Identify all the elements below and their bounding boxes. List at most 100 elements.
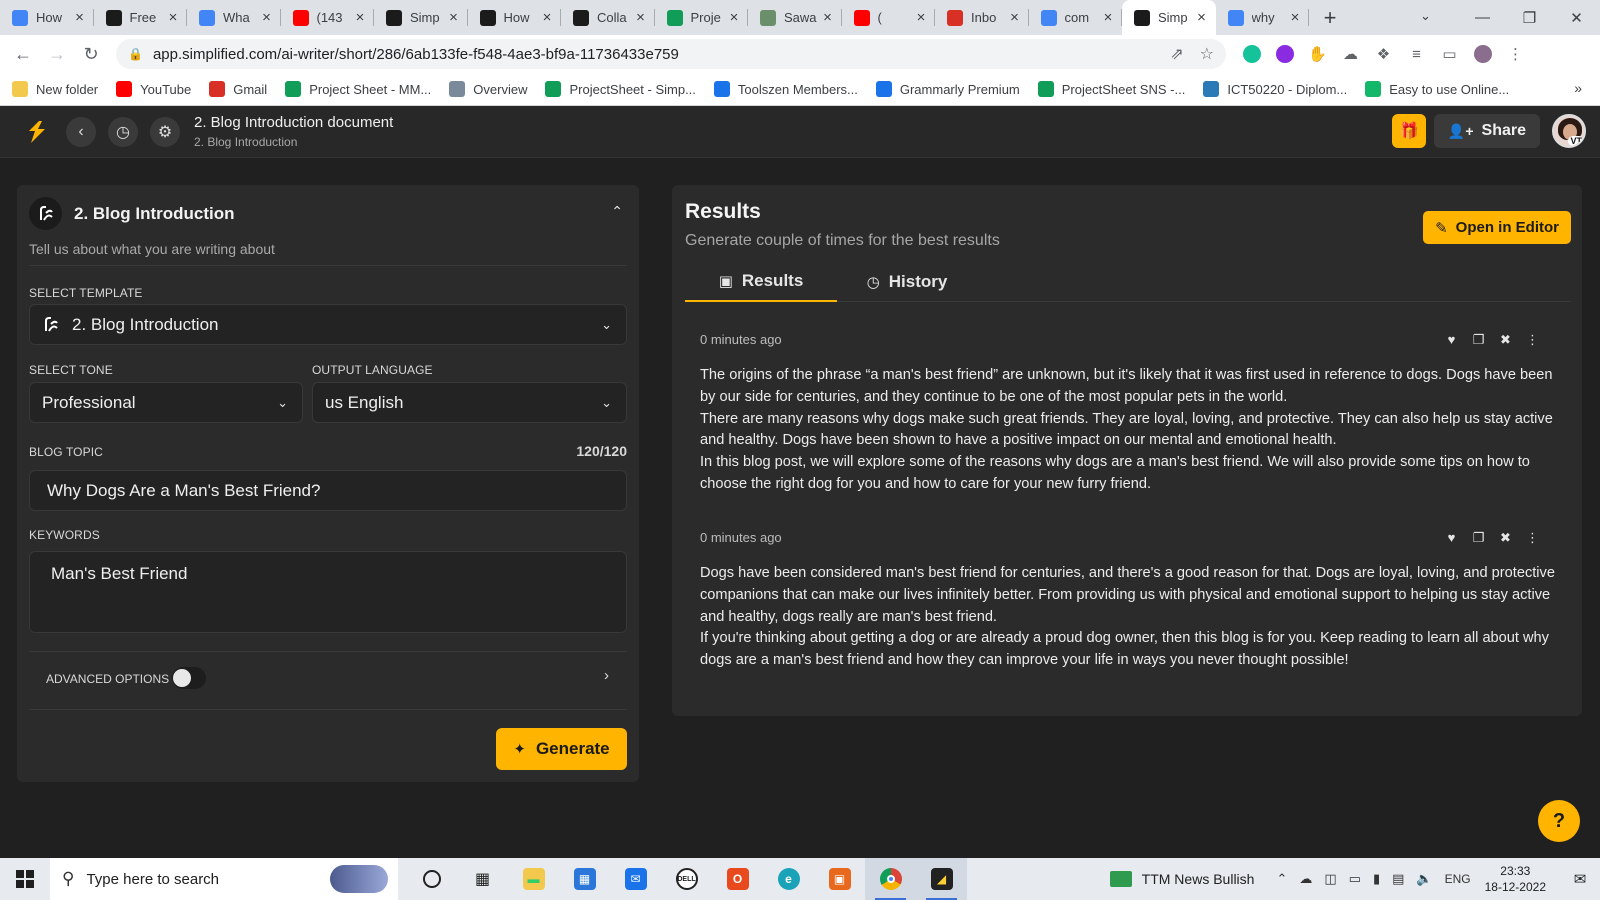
- heart-icon[interactable]: ♥: [1438, 332, 1465, 348]
- onedrive-icon[interactable]: ☁: [1299, 871, 1312, 887]
- sticky-notes-icon[interactable]: ◢: [916, 858, 967, 900]
- bookmark-item[interactable]: Overview: [449, 81, 527, 97]
- help-button[interactable]: ?: [1538, 800, 1580, 842]
- close-tab-icon[interactable]: ×: [259, 9, 275, 26]
- minimize-button[interactable]: —: [1459, 0, 1506, 35]
- mail-icon[interactable]: ✉: [610, 858, 661, 900]
- generate-button[interactable]: ✦ Generate: [496, 728, 627, 770]
- cortana-icon[interactable]: [406, 858, 457, 900]
- browser-tab[interactable]: Inbo ×: [935, 0, 1029, 35]
- copy-icon[interactable]: ❐: [1465, 332, 1492, 348]
- template-select[interactable]: 2. Blog Introduction ⌄: [29, 304, 627, 345]
- close-window-button[interactable]: ✕: [1553, 0, 1600, 35]
- settings-gear-icon[interactable]: ⚙: [150, 116, 180, 147]
- news-widget[interactable]: TTM News Bullish: [1109, 871, 1254, 887]
- close-tab-icon[interactable]: ×: [1194, 9, 1210, 26]
- bookmark-item[interactable]: Grammarly Premium: [875, 81, 1020, 97]
- bookmark-item[interactable]: YouTube: [116, 81, 191, 97]
- browser-tab[interactable]: Proje ×: [655, 0, 749, 35]
- grammarly-extension-icon[interactable]: [1238, 41, 1265, 68]
- network-icon[interactable]: ▤: [1392, 871, 1404, 887]
- close-tab-icon[interactable]: ×: [1100, 9, 1116, 26]
- notifications-icon[interactable]: ✉: [1560, 870, 1600, 888]
- more-vertical-icon[interactable]: ⋮: [1519, 332, 1546, 348]
- close-tab-icon[interactable]: ×: [165, 9, 181, 26]
- photos-icon[interactable]: ▣: [814, 858, 865, 900]
- tab-search-icon[interactable]: ⌄: [1420, 8, 1431, 24]
- browser-menu-icon[interactable]: ⋮: [1502, 41, 1529, 68]
- browser-tab[interactable]: Sawa ×: [748, 0, 842, 35]
- collapse-chevron-icon[interactable]: ⌃: [611, 203, 623, 220]
- user-avatar[interactable]: VT: [1552, 114, 1586, 148]
- device-icon[interactable]: ◫: [1324, 871, 1336, 887]
- bookmark-item[interactable]: ProjectSheet - Simp...: [545, 81, 696, 97]
- chrome-icon[interactable]: [865, 858, 916, 900]
- cloud-extension-icon[interactable]: ☁: [1337, 41, 1364, 68]
- trash-icon[interactable]: ✖: [1492, 530, 1519, 546]
- bookmark-item[interactable]: Project Sheet - MM...: [285, 81, 431, 97]
- language-indicator[interactable]: ENG: [1445, 872, 1471, 886]
- close-tab-icon[interactable]: ×: [446, 9, 462, 26]
- copy-icon[interactable]: ❐: [1465, 530, 1492, 546]
- back-chevron-icon[interactable]: ‹: [66, 116, 96, 147]
- chevron-right-icon[interactable]: ›: [604, 667, 609, 684]
- office-icon[interactable]: O: [712, 858, 763, 900]
- browser-tab[interactable]: Simp ×: [1122, 0, 1216, 35]
- browser-tab[interactable]: Simp ×: [374, 0, 468, 35]
- more-bookmarks-icon[interactable]: »: [1574, 80, 1582, 96]
- restore-button[interactable]: ❐: [1506, 0, 1553, 35]
- close-tab-icon[interactable]: ×: [539, 9, 555, 26]
- browser-tab[interactable]: com ×: [1029, 0, 1123, 35]
- history-clock-icon[interactable]: ◷: [108, 116, 138, 147]
- browser-tab[interactable]: How ×: [0, 0, 94, 35]
- gift-button[interactable]: 🎁: [1391, 114, 1426, 148]
- browser-tab[interactable]: How ×: [468, 0, 562, 35]
- browser-tab[interactable]: Colla ×: [561, 0, 655, 35]
- close-tab-icon[interactable]: ×: [913, 9, 929, 26]
- language-select[interactable]: us English ⌄: [312, 382, 627, 423]
- share-button[interactable]: 👤+ Share: [1433, 114, 1540, 148]
- new-tab-button[interactable]: +: [1315, 0, 1345, 35]
- bookmark-item[interactable]: ICT50220 - Diplom...: [1203, 81, 1347, 97]
- w-extension-icon[interactable]: [1271, 41, 1298, 68]
- browser-tab[interactable]: (×: [842, 0, 936, 35]
- browser-tab[interactable]: (143 ×: [281, 0, 375, 35]
- back-arrow-icon[interactable]: ←: [6, 37, 40, 71]
- address-bar[interactable]: 🔒 app.simplified.com/ai-writer/short/286…: [116, 39, 1226, 69]
- taskbar-search-box[interactable]: ⚲ Type here to search: [50, 858, 398, 900]
- display-icon[interactable]: ▭: [1349, 871, 1361, 887]
- hand-extension-icon[interactable]: ✋: [1304, 41, 1331, 68]
- bookmark-item[interactable]: Toolszen Members...: [713, 81, 858, 97]
- heart-icon[interactable]: ♥: [1438, 530, 1465, 546]
- close-tab-icon[interactable]: ×: [820, 9, 836, 26]
- blog-topic-input[interactable]: Why Dogs Are a Man's Best Friend?: [29, 470, 627, 511]
- browser-tab[interactable]: Wha ×: [187, 0, 281, 35]
- task-view-icon[interactable]: ▦: [457, 858, 508, 900]
- bookmark-star-icon[interactable]: ☆: [1200, 44, 1214, 64]
- bookmark-item[interactable]: ProjectSheet SNS -...: [1037, 81, 1185, 97]
- windows-start-button[interactable]: [0, 858, 50, 900]
- volume-icon[interactable]: 🔈: [1416, 871, 1432, 887]
- tone-select[interactable]: Professional ⌄: [29, 382, 303, 423]
- browser-tab[interactable]: why ×: [1216, 0, 1310, 35]
- close-tab-icon[interactable]: ×: [352, 9, 368, 26]
- dell-icon[interactable]: DELL: [661, 858, 712, 900]
- tab-results[interactable]: ▣ Results: [685, 262, 837, 302]
- close-tab-icon[interactable]: ×: [72, 9, 88, 26]
- url-text[interactable]: app.simplified.com/ai-writer/short/286/6…: [153, 46, 1154, 63]
- bookmark-item[interactable]: Gmail: [209, 81, 267, 97]
- document-title[interactable]: 2. Blog Introduction document: [194, 114, 393, 131]
- close-tab-icon[interactable]: ×: [726, 9, 742, 26]
- clock[interactable]: 23:33 18-12-2022: [1485, 863, 1546, 895]
- more-vertical-icon[interactable]: ⋮: [1519, 530, 1546, 546]
- trash-icon[interactable]: ✖: [1492, 332, 1519, 348]
- forward-arrow-icon[interactable]: →: [40, 37, 74, 71]
- close-tab-icon[interactable]: ×: [1287, 9, 1303, 26]
- advanced-options-toggle[interactable]: [172, 667, 206, 689]
- keywords-textarea[interactable]: Man's Best Friend: [29, 551, 627, 633]
- chevron-up-icon[interactable]: ⌃: [1276, 871, 1287, 887]
- close-tab-icon[interactable]: ×: [1007, 9, 1023, 26]
- tab-history[interactable]: ◷ History: [837, 262, 977, 302]
- reading-list-icon[interactable]: ≡: [1403, 41, 1430, 68]
- microsoft-store-icon[interactable]: ▦: [559, 858, 610, 900]
